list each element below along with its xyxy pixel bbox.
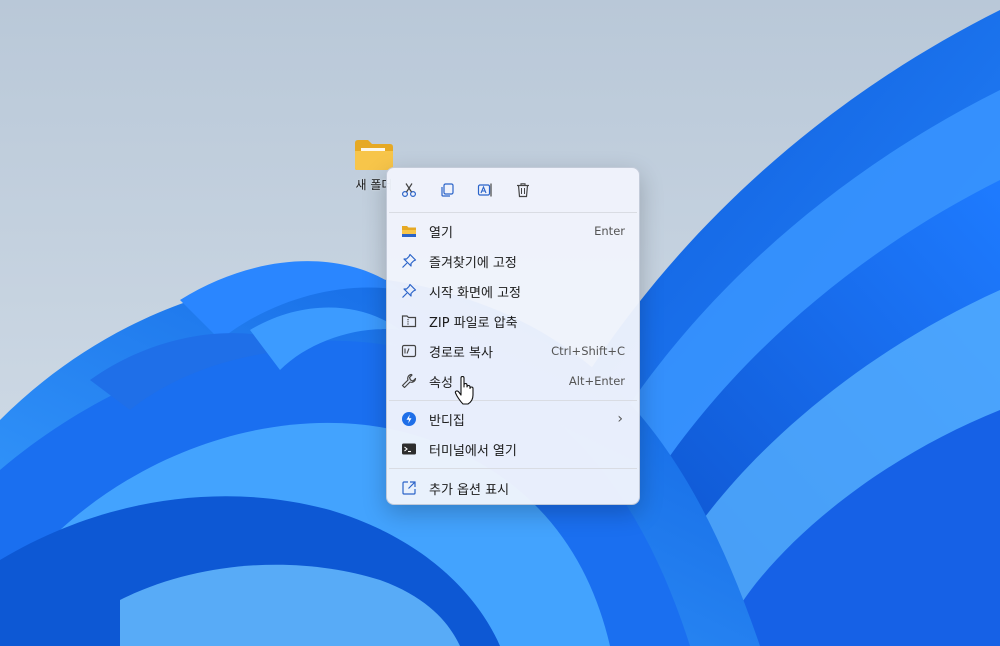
menu-item-more-options[interactable]: 추가 옵션 표시 bbox=[387, 473, 639, 503]
zip-icon bbox=[401, 315, 417, 328]
menu-item-label: 반디집 bbox=[429, 413, 465, 429]
wrench-icon bbox=[401, 373, 417, 389]
context-menu: 열기 Enter 즐겨찾기에 고정 시작 화면에 고정 ZIP 파일로 압축 경… bbox=[386, 167, 640, 505]
bandizip-icon bbox=[402, 412, 416, 426]
copy-path-icon bbox=[401, 344, 417, 358]
terminal-icon bbox=[402, 443, 416, 455]
menu-item-label: 시작 화면에 고정 bbox=[429, 285, 521, 301]
menu-item-pin-start[interactable]: 시작 화면에 고정 bbox=[387, 276, 639, 306]
cut-icon bbox=[401, 183, 417, 198]
menu-item-shortcut: Ctrl+Shift+C bbox=[551, 344, 625, 358]
menu-item-bandizip[interactable]: 반디집 › bbox=[387, 404, 639, 434]
pin-icon bbox=[402, 253, 417, 268]
delete-icon bbox=[517, 183, 529, 198]
more-options-icon bbox=[402, 481, 416, 495]
menu-item-pin-favorites[interactable]: 즐겨찾기에 고정 bbox=[387, 246, 639, 276]
menu-item-label: 추가 옵션 표시 bbox=[429, 482, 510, 498]
folder-icon bbox=[355, 140, 393, 170]
menu-item-shortcut: Alt+Enter bbox=[568, 374, 625, 388]
menu-item-open[interactable]: 열기 Enter bbox=[387, 216, 639, 246]
cut-button[interactable] bbox=[395, 176, 423, 204]
menu-item-properties[interactable]: 속성 Alt+Enter bbox=[387, 366, 639, 396]
menu-item-label: ZIP 파일로 압축 bbox=[429, 315, 518, 331]
chevron-right-icon: › bbox=[617, 411, 623, 427]
copy-button[interactable] bbox=[433, 176, 461, 204]
folder-open-icon bbox=[402, 226, 416, 237]
rename-button[interactable] bbox=[471, 176, 499, 204]
menu-item-label: 터미널에서 열기 bbox=[429, 443, 517, 459]
delete-button[interactable] bbox=[509, 176, 537, 204]
menu-item-open-terminal[interactable]: 터미널에서 열기 bbox=[387, 434, 639, 464]
menu-item-zip[interactable]: ZIP 파일로 압축 bbox=[387, 306, 639, 336]
rename-icon bbox=[477, 183, 492, 197]
hand-cursor-icon bbox=[454, 376, 474, 405]
copy-icon bbox=[441, 183, 454, 197]
pin-icon bbox=[402, 283, 417, 298]
menu-item-label: 즐겨찾기에 고정 bbox=[429, 255, 517, 271]
context-menu-toolbar bbox=[387, 168, 639, 212]
menu-item-shortcut: Enter bbox=[594, 224, 625, 238]
menu-item-copy-path[interactable]: 경로로 복사 Ctrl+Shift+C bbox=[387, 336, 639, 366]
